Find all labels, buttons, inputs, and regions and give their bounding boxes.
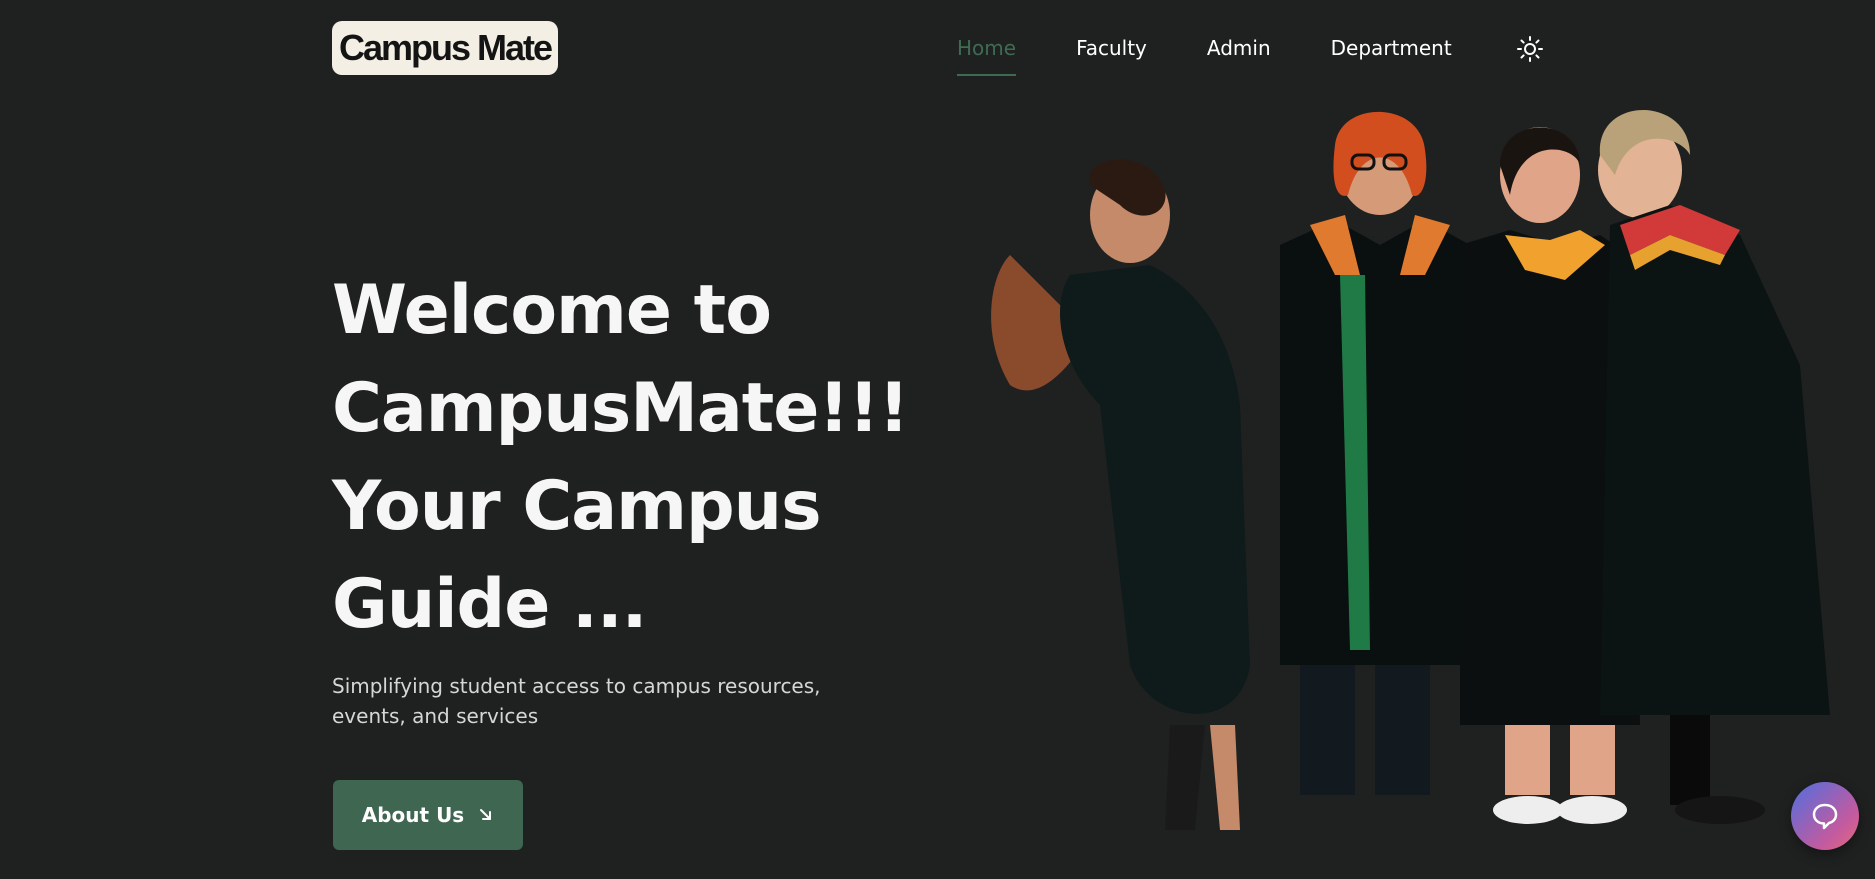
- nav-item-home[interactable]: Home: [957, 34, 1017, 76]
- about-us-button[interactable]: About Us: [333, 780, 523, 850]
- hero-subtitle: Simplifying student access to campus res…: [332, 674, 821, 728]
- hero-title-line: Welcome to: [332, 271, 772, 350]
- chat-bubble-icon[interactable]: [1791, 782, 1859, 850]
- landing-page: Campus Mate Home Faculty Admin Departmen…: [0, 0, 1875, 879]
- main-nav: Home Faculty Admin Department: [957, 34, 1512, 76]
- nav-item-department[interactable]: Department: [1331, 34, 1452, 62]
- nav-item-faculty[interactable]: Faculty: [1076, 34, 1147, 62]
- hero-title-line: Your Campus: [332, 467, 822, 546]
- arrow-down-right-icon: [478, 807, 494, 823]
- about-us-label: About Us: [361, 803, 465, 827]
- hero-title-line: CampusMate!!!: [332, 369, 909, 448]
- sun-icon[interactable]: [1516, 35, 1544, 63]
- graduate-figure: [1280, 111, 1470, 795]
- hero-title-line: Guide ...: [332, 565, 648, 644]
- graduate-figure: [991, 159, 1250, 830]
- nav-item-admin[interactable]: Admin: [1207, 34, 1271, 62]
- logo-text: Campus Mate: [338, 27, 553, 68]
- hero-title: Welcome to CampusMate!!! Your Campus Gui…: [332, 262, 952, 654]
- graduates-photo: [980, 105, 1840, 830]
- logo[interactable]: Campus Mate: [332, 21, 558, 75]
